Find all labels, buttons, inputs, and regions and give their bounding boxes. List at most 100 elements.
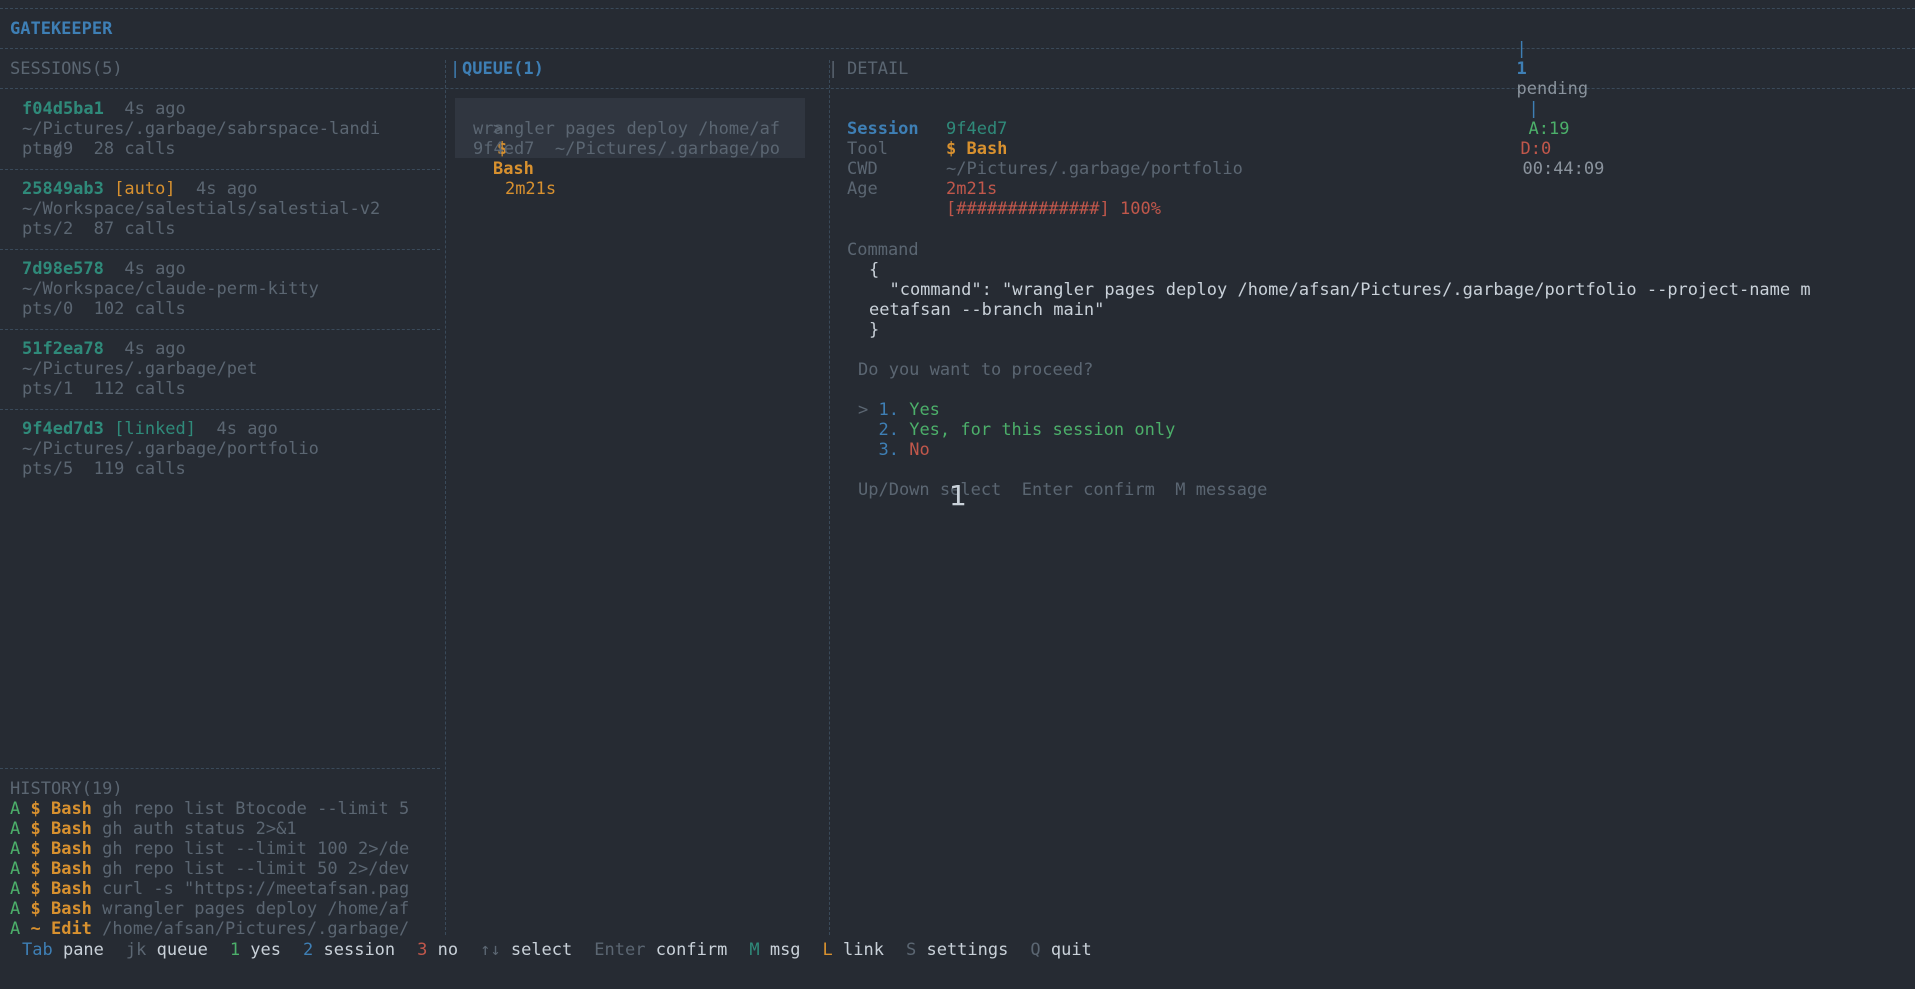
session-path: ~/Workspace/claude-perm-kitty [22, 279, 319, 299]
session-age: 4s ago [196, 419, 278, 439]
approved-count: A:19 [1528, 119, 1570, 139]
session-path: ~/Pictures/.garbage/pet [22, 359, 258, 379]
history-divider [0, 768, 440, 769]
option-label: Yes, for this session only [909, 420, 1176, 440]
history-row[interactable]: A $ Bash gh auth status 2>&1 [10, 819, 442, 839]
top-border [0, 8, 1915, 9]
history-symbol: ~ [20, 919, 51, 939]
option-1[interactable]: > 1. Yes [858, 400, 940, 420]
footer-keybar: Tab pane jk queue 1 yes 2 session 3 no ↑↓ sel… [22, 940, 1092, 960]
history-pane-title[interactable]: HISTORY(19) [10, 779, 123, 799]
session-tty: pts/0 [22, 299, 74, 319]
option-number: 3. [878, 440, 910, 460]
footer-key-quit[interactable]: Q quit [1030, 940, 1091, 960]
option-caret: > [858, 400, 879, 420]
footer-key: L [822, 940, 833, 960]
footer-key-queue[interactable]: jk queue [126, 940, 208, 960]
history-command: gh repo list Btocode --limit 5 [91, 799, 410, 819]
session-divider [0, 409, 440, 410]
history-symbol: $ [20, 899, 51, 919]
option-label: Yes [909, 400, 940, 420]
session-calls: 28 calls [73, 139, 176, 159]
footer-action: link [832, 940, 884, 960]
detail-tool: $ Bash [946, 139, 1008, 159]
history-flag: A [10, 819, 21, 839]
session-tty: pts/1 [22, 379, 74, 399]
history-symbol: $ [20, 799, 51, 819]
option-number: 1. [878, 400, 910, 420]
footer-key-session[interactable]: 2 session [303, 940, 395, 960]
session-path: ~/Workspace/salestials/salestial-v2 [22, 199, 381, 219]
footer-key: Enter [594, 940, 646, 960]
option-2[interactable]: 2. Yes, for this session only [858, 420, 1175, 440]
queue-pane-title[interactable]: QUEUE(1) [462, 59, 544, 79]
option-3[interactable]: 3. No [858, 440, 929, 460]
history-symbol: $ [20, 819, 51, 839]
history-flag: A [10, 839, 21, 859]
history-row[interactable]: A $ Bash gh repo list --limit 50 2>/dev [10, 859, 442, 879]
footer-action: yes [240, 940, 282, 960]
detail-pane-title[interactable]: DETAIL [847, 59, 908, 79]
footer-key-select[interactable]: ↑↓ select [480, 940, 572, 960]
footer-action: settings [916, 940, 1009, 960]
history-command: curl -s "https://meetafsan.pag [91, 879, 410, 899]
history-command: gh repo list --limit 100 2>/de [91, 839, 410, 859]
sessions-pane-title[interactable]: SESSIONS(5) [10, 59, 123, 79]
history-tool: Bash [50, 819, 92, 839]
pending-count: 1 [1516, 59, 1527, 79]
history-command: wrangler pages deploy /home/af [91, 899, 410, 919]
footer-key: Tab [22, 940, 53, 960]
history-row[interactable]: A $ Bash gh repo list Btocode --limit 5 [10, 799, 442, 819]
footer-key-link[interactable]: L link [823, 940, 884, 960]
session-divider [0, 169, 440, 170]
option-number: 2. [878, 420, 910, 440]
pane-divider-left [445, 60, 446, 935]
footer-key-settings[interactable]: S settings [906, 940, 1008, 960]
detail-session: 9f4ed7 [946, 119, 1008, 139]
footer-key-no[interactable]: 3 no [417, 940, 458, 960]
session-id: 7d98e578 [22, 259, 104, 279]
key-hints: Up/Down select Enter confirm M message [858, 480, 1268, 500]
footer-action: select [500, 940, 573, 960]
footer-key-yes[interactable]: 1 yes [230, 940, 281, 960]
pane-divider-right [829, 60, 830, 935]
history-row[interactable]: A ~ Edit /home/afsan/Pictures/.garbage/ [10, 919, 442, 939]
history-tool: Bash [50, 879, 92, 899]
footer-action: session [313, 940, 396, 960]
pane-title-divider [0, 88, 1915, 89]
history-row[interactable]: A $ Bash wrangler pages deploy /home/af [10, 899, 442, 919]
footer-key: jk [125, 940, 147, 960]
footer-action: pane [52, 940, 104, 960]
session-age: 4s ago [175, 179, 258, 199]
history-symbol: $ [20, 879, 51, 899]
app-title: GATEKEEPER [10, 19, 113, 39]
footer-key-msg[interactable]: M msg [749, 940, 800, 960]
session-id: 51f2ea78 [22, 339, 104, 359]
history-row[interactable]: A $ Bash gh repo list --limit 100 2>/de [10, 839, 442, 859]
session-tag: [linked] [103, 419, 197, 439]
footer-key: 3 [417, 940, 428, 960]
session-tty: pts/5 [22, 459, 74, 479]
session-id: 25849ab3 [22, 179, 104, 199]
history-tool: Bash [50, 899, 92, 919]
history-row[interactable]: A $ Bash curl -s "https://meetafsan.pag [10, 879, 442, 899]
footer-action: msg [759, 940, 801, 960]
proceed-prompt: Do you want to proceed? [858, 360, 1094, 380]
queue-meta: 9f4ed7 ~/Pictures/.garbage/po [473, 139, 781, 159]
overlay-badge: 1 [949, 479, 967, 512]
footer-key: ↑↓ [480, 940, 501, 960]
session-tty: pts/2 [22, 219, 74, 239]
footer-key: S [905, 940, 917, 960]
history-tool: Bash [50, 839, 92, 859]
detail-cwd: ~/Pictures/.garbage/portfolio [946, 159, 1243, 179]
detail-progress: [##############] 100% [946, 199, 1161, 219]
command-json-line2: eetafsan --branch main" [869, 300, 1105, 320]
footer-key-pane[interactable]: Tab pane [22, 940, 104, 960]
session-tty: pts/9 [22, 139, 74, 159]
footer-key-confirm[interactable]: Enter confirm [594, 940, 727, 960]
history-command: /home/afsan/Pictures/.garbage/ [91, 919, 410, 939]
session-divider [0, 329, 440, 330]
footer-action: no [427, 940, 459, 960]
history-tool: Bash [50, 859, 92, 879]
session-id: 9f4ed7d3 [22, 419, 104, 439]
